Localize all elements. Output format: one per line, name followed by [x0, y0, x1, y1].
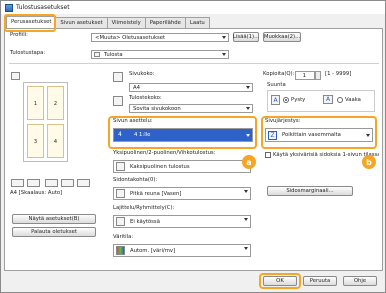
- page-order-label: Sivujärjestys:: [265, 118, 301, 124]
- landscape-label: Vaaka: [345, 97, 361, 103]
- copies-range: [1 - 9999]: [325, 71, 352, 77]
- output-label: Tulostustapa:: [10, 50, 46, 56]
- callout-badge-a: a: [242, 155, 256, 169]
- chevron-down-icon: [222, 53, 226, 56]
- finishing-value: Ei käytössä: [130, 218, 160, 225]
- printer-icon: [5, 3, 13, 12]
- layout-number: 4: [118, 131, 122, 138]
- color-value: Autom. [väri/mv]: [130, 247, 176, 254]
- landscape-radio[interactable]: [337, 97, 343, 103]
- binding-icon: [116, 189, 125, 198]
- divider: [9, 63, 379, 64]
- layout-value: 4 1:lle: [134, 132, 151, 138]
- chevron-down-icon: [246, 107, 250, 110]
- order-z-icon: Z: [268, 131, 277, 140]
- preview-tool-icon[interactable]: [27, 179, 40, 187]
- mono-binding-checkbox[interactable]: [265, 152, 271, 158]
- preview-caption: A4 [Skaalaus: Auto]: [10, 190, 63, 196]
- duplex-value: Kaksipuolinen tulostus: [130, 163, 190, 170]
- color-select[interactable]: Autom. [väri/mv]: [113, 244, 251, 257]
- portrait-radio[interactable]: [283, 97, 289, 103]
- print-settings-window: Tulostusasetukset Perusasetukset Sivun a…: [0, 0, 386, 293]
- printer-small-icon: [94, 52, 100, 57]
- preview-tool-icon[interactable]: [11, 179, 24, 187]
- help-button[interactable]: Ohje: [343, 276, 377, 286]
- binding-margin-button[interactable]: Sidosmarginaali...: [267, 186, 353, 196]
- duplex-icon: [116, 162, 125, 171]
- landscape-icon: A: [323, 95, 333, 104]
- chevron-down-icon: [222, 36, 226, 39]
- layout-label: Sivun asettelu:: [113, 118, 153, 124]
- duplex-select[interactable]: Kaksipuolinen tulostus: [113, 160, 251, 173]
- ok-button[interactable]: OK: [263, 276, 297, 286]
- finishing-select[interactable]: Ei käytössä: [113, 215, 251, 228]
- finishing-label: Lajittelu/Ryhmittely(C):: [113, 205, 175, 211]
- view-settings-button[interactable]: Näytä asetukset(B): [12, 214, 96, 224]
- duplex-label: Yksipuolinen/2-puolinen/Vihkotulostus:: [113, 150, 216, 156]
- tab-finishing[interactable]: Viimeistely: [106, 17, 146, 28]
- output-size-select[interactable]: Sovita sivukokoon: [129, 104, 253, 113]
- binding-label: Sidontakohta(0):: [113, 177, 158, 183]
- preview-mode-icon[interactable]: [11, 72, 20, 80]
- output-size-label: Tulostekoko:: [129, 95, 162, 101]
- page-size-value: A4: [133, 84, 140, 91]
- finishing-icon: [116, 217, 125, 226]
- page-size-label: Sivukoko:: [129, 71, 155, 77]
- preview-tool-icon[interactable]: [61, 179, 74, 187]
- page-order-select[interactable]: Z Poikittain vasemmalta: [265, 128, 373, 142]
- basic-settings-panel: Profiili: <Muuta> Oletusasetukset Lisää(…: [4, 28, 383, 271]
- color-mode-icon: [116, 246, 125, 255]
- copies-spinner[interactable]: [315, 71, 321, 80]
- preview-page: 1 2 3 4: [23, 82, 68, 162]
- callout-badge-b: b: [362, 155, 376, 169]
- chevron-down-icon: [246, 86, 250, 89]
- copies-label: Kopioita(Q):: [263, 71, 295, 77]
- orientation-label: Suunta: [267, 82, 286, 88]
- profile-edit-button[interactable]: Muokkaa(2)...: [263, 32, 301, 42]
- window-title: Tulostusasetukset: [16, 4, 70, 11]
- tab-paper-source[interactable]: Paperilähde: [144, 17, 186, 28]
- profile-label: Profiili:: [10, 32, 28, 38]
- output-value: Tulosta: [104, 51, 123, 58]
- page-size-select[interactable]: A4: [129, 83, 253, 92]
- tab-quality[interactable]: Laatu: [184, 17, 210, 28]
- chevron-down-icon: [244, 218, 248, 221]
- profile-select[interactable]: <Muuta> Oletusasetukset: [91, 33, 229, 42]
- output-select[interactable]: Tulosta: [91, 50, 229, 59]
- chevron-down-icon: [244, 247, 248, 250]
- tab-highlight: [4, 14, 56, 32]
- layout-select[interactable]: 4 4 1:lle: [113, 128, 253, 142]
- output-size-icon: [113, 96, 123, 106]
- binding-select[interactable]: Pitkä reuna [Vasen]: [113, 187, 251, 200]
- restore-defaults-button[interactable]: Palauta oletukset: [12, 227, 96, 237]
- title-bar: Tulostusasetukset: [1, 1, 385, 14]
- profile-add-button[interactable]: Lisää(1)...: [233, 32, 259, 42]
- output-size-value: Sovita sivukokoon: [133, 105, 181, 112]
- profile-value: <Muuta> Oletusasetukset: [95, 34, 166, 41]
- chevron-down-icon: [244, 190, 248, 193]
- chevron-down-icon: [366, 134, 370, 137]
- preview-tool-icon[interactable]: [77, 179, 90, 187]
- chevron-down-icon: [246, 134, 250, 137]
- cancel-button[interactable]: Peruuta: [303, 276, 337, 286]
- color-label: Väritila:: [113, 234, 134, 240]
- tab-page-setup[interactable]: Sivun asetukset: [55, 17, 108, 28]
- page-order-value: Poikittain vasemmalta: [282, 132, 341, 138]
- copies-input[interactable]: 1: [295, 71, 315, 80]
- page-size-icon: [113, 72, 123, 82]
- copies-value: 1: [302, 72, 306, 79]
- portrait-label: Pysty: [291, 97, 306, 103]
- preview-tool-icon[interactable]: [45, 179, 58, 187]
- binding-value: Pitkä reuna [Vasen]: [130, 190, 182, 197]
- portrait-icon: A: [271, 95, 280, 105]
